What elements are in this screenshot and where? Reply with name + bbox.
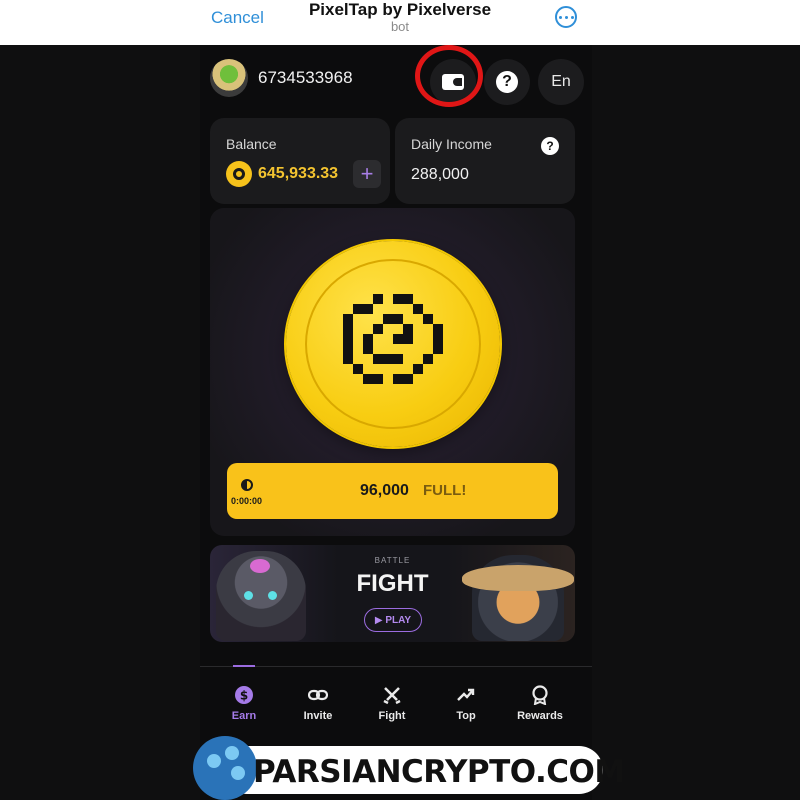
dollar-icon: $: [235, 686, 253, 704]
energy-value: 96,000: [360, 482, 409, 499]
energy-timer: 0:00:00: [231, 496, 263, 506]
tap-panel: 0:00:00 96,000 FULL!: [210, 208, 575, 536]
bot-subtitle: bot: [390, 19, 410, 34]
nav-rewards-label: Rewards: [517, 710, 563, 722]
nav-top-label: Top: [456, 710, 476, 722]
parsiancrypto-logo-icon: [193, 736, 257, 800]
nav-top[interactable]: Top: [429, 675, 503, 731]
highlight-circle: [415, 45, 483, 107]
balance-card: Balance 645,933.33 +: [210, 118, 390, 204]
energy-status: FULL!: [423, 482, 467, 499]
help-button[interactable]: ?: [484, 59, 530, 105]
nav-earn[interactable]: $ Earn: [207, 675, 281, 731]
bottom-nav: $ Earn Invite Fight Top Rewards: [200, 675, 592, 735]
active-tab-indicator: [233, 665, 255, 667]
battle-label: BATTLE: [374, 556, 411, 565]
language-button[interactable]: En: [538, 59, 584, 105]
link-icon: [308, 689, 328, 701]
daily-income-card: Daily Income ? 288,000: [395, 118, 575, 204]
fight-title: FIGHT: [356, 570, 429, 597]
profile-row: 6734533968 ? En: [210, 45, 584, 107]
bot-title: PixelTap by Pixelverse: [308, 0, 492, 19]
pixelverse-logo-icon: [343, 294, 443, 384]
balance-value: 645,933.33: [258, 165, 339, 182]
income-help-icon[interactable]: ?: [541, 137, 559, 155]
question-icon: ?: [496, 71, 518, 93]
medal-icon: [532, 685, 548, 705]
timer-icon: [241, 479, 253, 491]
telegram-header: Cancel PixelTap by Pixelverse bot: [0, 0, 800, 45]
svg-text:$: $: [240, 689, 248, 703]
avatar[interactable]: [210, 59, 248, 97]
nav-invite[interactable]: Invite: [281, 675, 355, 731]
watermark-text: PARSIANCRYPTO.COM: [253, 754, 625, 790]
add-balance-button[interactable]: +: [353, 160, 381, 188]
nav-divider: [200, 666, 592, 667]
app-container: 6734533968 ? En Balance 645,933.33 + Dai…: [200, 45, 592, 800]
nav-invite-label: Invite: [303, 710, 333, 722]
coin-icon: [226, 161, 252, 187]
tap-coin-button[interactable]: [286, 241, 500, 447]
swords-icon: [383, 687, 401, 705]
nav-fight[interactable]: Fight: [355, 675, 429, 731]
watermark: PARSIANCRYPTO.COM: [193, 736, 625, 800]
battle-banner[interactable]: BATTLE FIGHT ▶ PLAY: [210, 545, 575, 642]
energy-bar[interactable]: 0:00:00 96,000 FULL!: [227, 463, 558, 519]
user-id: 6734533968: [258, 68, 353, 87]
dog-character-image: [462, 555, 574, 641]
nav-earn-label: Earn: [231, 710, 257, 722]
daily-income-value: 288,000: [411, 166, 469, 183]
daily-income-label: Daily Income: [411, 136, 492, 152]
balance-label: Balance: [226, 136, 277, 152]
trend-icon: [457, 688, 475, 701]
play-button[interactable]: ▶ PLAY: [364, 608, 422, 632]
nav-fight-label: Fight: [378, 710, 406, 722]
nav-rewards[interactable]: Rewards: [503, 675, 577, 731]
more-options-icon[interactable]: [555, 6, 577, 28]
